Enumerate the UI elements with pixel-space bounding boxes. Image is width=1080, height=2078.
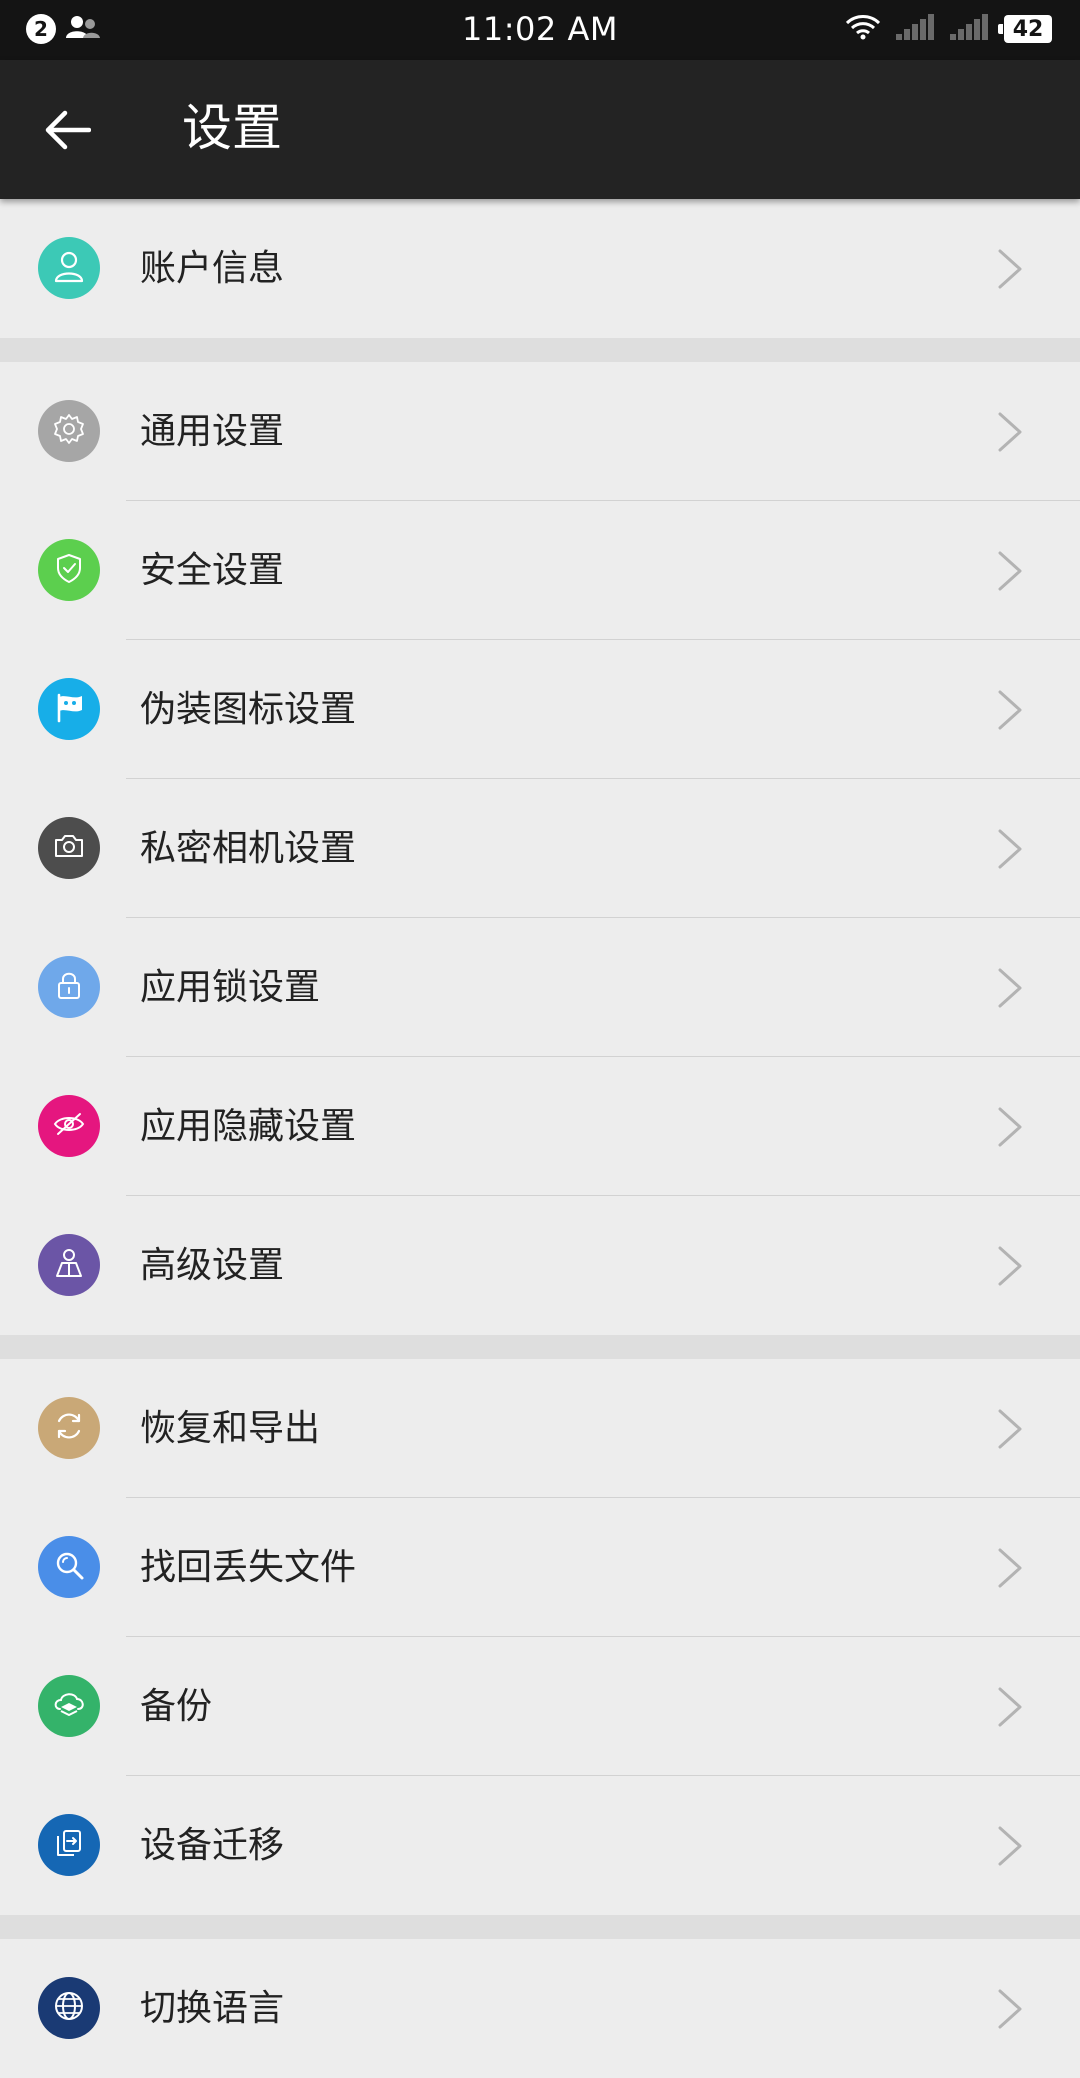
chevron-right-icon — [998, 829, 1022, 869]
settings-item-general[interactable]: 通用设置 — [0, 362, 1080, 501]
settings-item-label: 伪装图标设置 — [140, 689, 357, 730]
chevron-right-icon — [998, 412, 1022, 452]
app-hide-icon-badge — [38, 1095, 100, 1157]
settings-item-security[interactable]: 安全设置 — [0, 501, 1080, 640]
settings-list: 账户信息 通用设置 安全设置 伪装图标设置 私密相机设置 应用锁设置 应用隐藏设… — [0, 199, 1080, 2078]
language-icon-badge — [38, 1977, 100, 2039]
wifi-icon — [845, 14, 881, 44]
chevron-right-icon — [998, 690, 1022, 730]
refresh-icon — [52, 1409, 86, 1447]
camera-icon — [52, 829, 86, 867]
signal-icon-sim2 — [950, 14, 988, 44]
settings-item-label: 找回丢失文件 — [140, 1547, 357, 1588]
settings-item-device-migration[interactable]: 设备迁移 — [0, 1776, 1080, 1915]
migration-icon-badge — [38, 1814, 100, 1876]
settings-item-advanced[interactable]: 高级设置 — [0, 1196, 1080, 1335]
chevron-right-icon — [998, 1107, 1022, 1147]
gear-icon — [52, 412, 86, 450]
chevron-right-icon — [998, 1687, 1022, 1727]
camera-icon-badge — [38, 817, 100, 879]
group-separator — [0, 1335, 1080, 1359]
settings-group-main: 通用设置 安全设置 伪装图标设置 私密相机设置 应用锁设置 应用隐藏设置 高级设… — [0, 362, 1080, 1335]
disguise-icon-badge — [38, 678, 100, 740]
settings-item-label: 应用隐藏设置 — [140, 1106, 357, 1147]
account-icon-badge — [38, 237, 100, 299]
security-icon-badge — [38, 539, 100, 601]
settings-group-data: 恢复和导出 找回丢失文件 备份 设备迁移 — [0, 1359, 1080, 1915]
settings-item-label: 高级设置 — [140, 1245, 285, 1286]
signal-icon-sim1 — [896, 14, 934, 44]
settings-item-account-info[interactable]: 账户信息 — [0, 199, 1080, 338]
settings-item-label: 私密相机设置 — [140, 828, 357, 869]
backup-icon-badge — [38, 1675, 100, 1737]
group-separator — [0, 338, 1080, 362]
chevron-right-icon — [998, 551, 1022, 591]
settings-item-app-lock[interactable]: 应用锁设置 — [0, 918, 1080, 1057]
chevron-right-icon — [998, 249, 1022, 289]
settings-item-label: 备份 — [140, 1686, 213, 1727]
settings-group-account: 账户信息 — [0, 199, 1080, 338]
chevron-right-icon — [998, 1246, 1022, 1286]
arrow-left-icon — [45, 110, 92, 154]
chevron-right-icon — [998, 968, 1022, 1008]
shield-icon — [52, 551, 86, 589]
general-icon-badge — [38, 400, 100, 462]
user-icon — [52, 249, 86, 287]
status-bar: 2 11:02 AM 42 — [0, 0, 1080, 60]
chevron-right-icon — [998, 1826, 1022, 1866]
app-lock-icon-badge — [38, 956, 100, 1018]
settings-item-label: 切换语言 — [140, 1988, 285, 2029]
advanced-icon-badge — [38, 1234, 100, 1296]
chevron-right-icon — [998, 1989, 1022, 2029]
advanced-icon — [52, 1246, 86, 1284]
globe-icon — [52, 1989, 86, 2027]
settings-item-label: 恢复和导出 — [140, 1408, 321, 1449]
settings-item-restore-export[interactable]: 恢复和导出 — [0, 1359, 1080, 1498]
settings-item-label: 应用锁设置 — [140, 967, 321, 1008]
page-title: 设置 — [182, 99, 282, 157]
settings-item-app-hide[interactable]: 应用隐藏设置 — [0, 1057, 1080, 1196]
group-separator — [0, 1915, 1080, 1939]
settings-item-label: 账户信息 — [140, 248, 285, 289]
settings-item-recover-lost-files[interactable]: 找回丢失文件 — [0, 1498, 1080, 1637]
cloud-backup-icon — [51, 1687, 87, 1725]
eye-off-icon — [52, 1107, 86, 1145]
settings-item-label: 设备迁移 — [140, 1825, 285, 1866]
settings-item-switch-language[interactable]: 切换语言 — [0, 1939, 1080, 2078]
status-right: 42 — [845, 14, 1052, 44]
battery-level: 42 — [998, 15, 1052, 43]
lock-icon — [52, 968, 86, 1006]
chevron-right-icon — [998, 1548, 1022, 1588]
restore-icon-badge — [38, 1397, 100, 1459]
settings-item-private-camera[interactable]: 私密相机设置 — [0, 779, 1080, 918]
back-button[interactable] — [38, 102, 98, 162]
settings-item-label: 通用设置 — [140, 411, 285, 452]
chevron-right-icon — [998, 1409, 1022, 1449]
mask-flag-icon — [52, 690, 86, 728]
settings-group-language: 切换语言 — [0, 1939, 1080, 2078]
transfer-icon — [52, 1826, 86, 1864]
search-icon — [52, 1548, 86, 1586]
settings-item-disguise-icon[interactable]: 伪装图标设置 — [0, 640, 1080, 779]
recover-icon-badge — [38, 1536, 100, 1598]
settings-item-label: 安全设置 — [140, 550, 285, 591]
app-bar: 设置 — [0, 60, 1080, 199]
settings-item-backup[interactable]: 备份 — [0, 1637, 1080, 1776]
